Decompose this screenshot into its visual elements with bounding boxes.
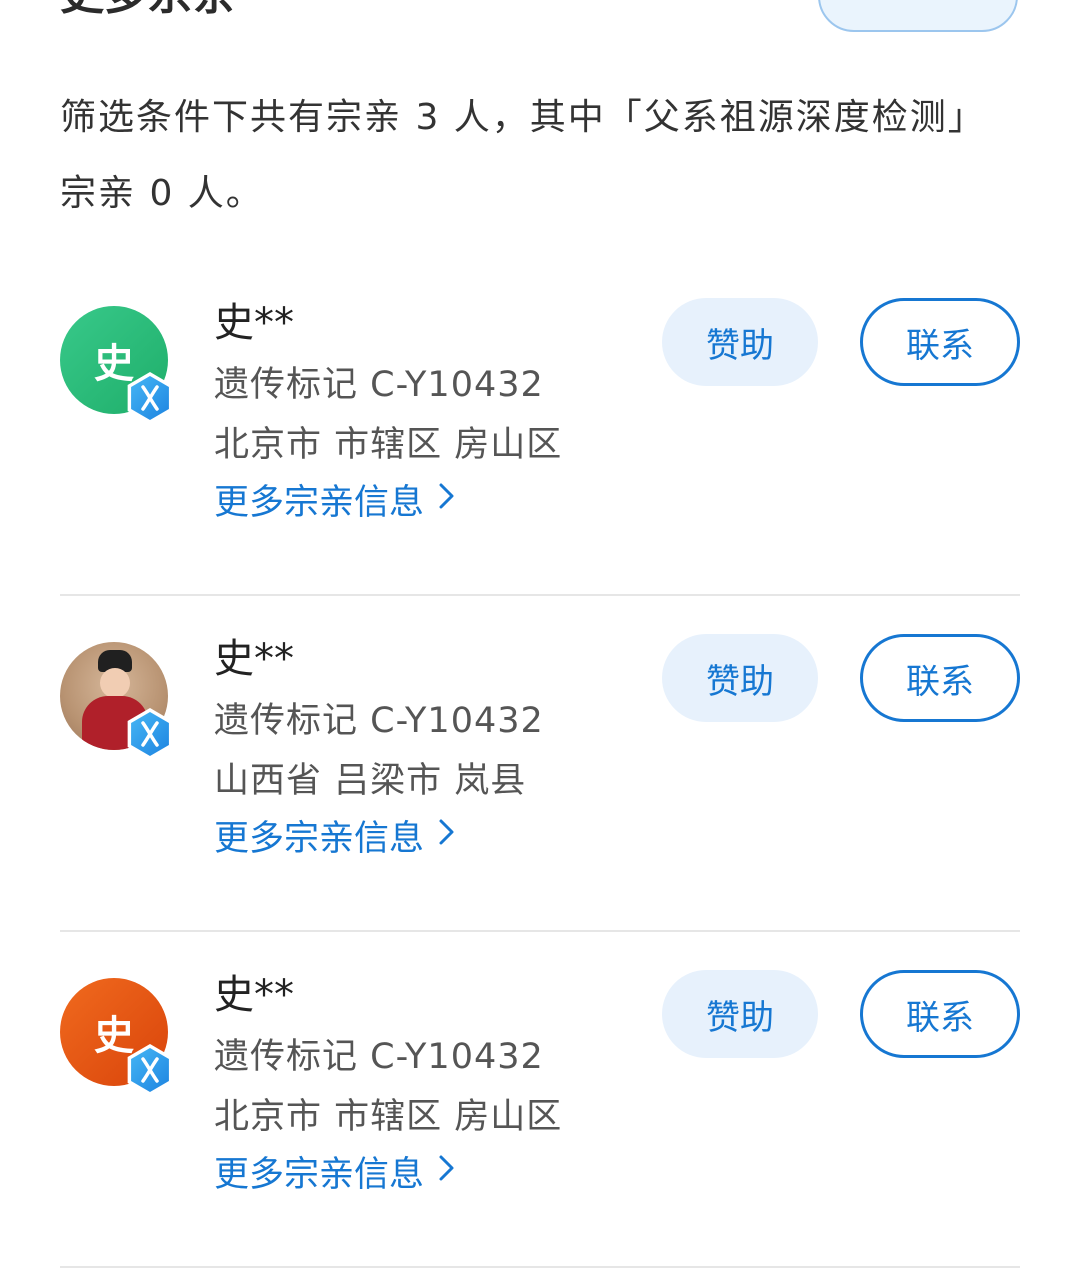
sponsor-button[interactable]: 赞助 — [662, 298, 818, 386]
filter-summary: 筛选条件下共有宗亲 3 人，其中「父系祖源深度检测」宗亲 0 人。 — [60, 97, 986, 214]
relative-location: 山西省 吕梁市 岚县 — [214, 761, 527, 801]
relative-location: 北京市 市辖区 房山区 — [214, 425, 563, 465]
chevron-right-icon — [438, 480, 456, 520]
relative-card: 史 史** 遗传标记 C-Y10432 北京市 市辖区 房山区 更多宗亲信息 赞… — [60, 932, 1020, 1268]
relative-card: 史 史** 遗传标记 C-Y10432 北京市 市辖区 房山区 更多宗亲信息 赞… — [60, 260, 1020, 596]
avatar-initial: 史 — [94, 1013, 134, 1059]
avatar-photo-face — [100, 668, 130, 698]
avatar-initial: 史 — [94, 341, 134, 387]
relative-location: 北京市 市辖区 房山区 — [214, 1097, 563, 1137]
more-info-link[interactable]: 更多宗亲信息 — [214, 810, 456, 861]
relative-name: 史** — [214, 300, 294, 346]
more-info-label: 更多宗亲信息 — [214, 819, 425, 859]
genetic-marker: 遗传标记 C-Y10432 — [214, 365, 544, 405]
more-info-label: 更多宗亲信息 — [214, 1155, 425, 1195]
page-title: 更多宗亲 — [60, 0, 236, 22]
divider — [60, 1266, 1020, 1268]
relative-card: 史** 遗传标记 C-Y10432 山西省 吕梁市 岚县 更多宗亲信息 赞助 联… — [60, 596, 1020, 932]
genetic-marker: 遗传标记 C-Y10432 — [214, 701, 544, 741]
contact-button[interactable]: 联系 — [860, 298, 1020, 386]
contact-button[interactable]: 联系 — [860, 634, 1020, 722]
contact-button[interactable]: 联系 — [860, 970, 1020, 1058]
sponsor-button[interactable]: 赞助 — [662, 634, 818, 722]
genetic-marker: 遗传标记 C-Y10432 — [214, 1037, 544, 1077]
filter-button[interactable] — [818, 0, 1018, 32]
relatives-page: 更多宗亲 筛选条件下共有宗亲 3 人，其中「父系祖源深度检测」宗亲 0 人。 史… — [0, 0, 1080, 1280]
sponsor-button[interactable]: 赞助 — [662, 970, 818, 1058]
relative-name: 史** — [214, 636, 294, 682]
chevron-right-icon — [438, 1152, 456, 1192]
more-info-link[interactable]: 更多宗亲信息 — [214, 474, 456, 525]
relative-name: 史** — [214, 972, 294, 1018]
more-info-label: 更多宗亲信息 — [214, 483, 425, 523]
chevron-right-icon — [438, 816, 456, 856]
more-info-link[interactable]: 更多宗亲信息 — [214, 1146, 456, 1197]
